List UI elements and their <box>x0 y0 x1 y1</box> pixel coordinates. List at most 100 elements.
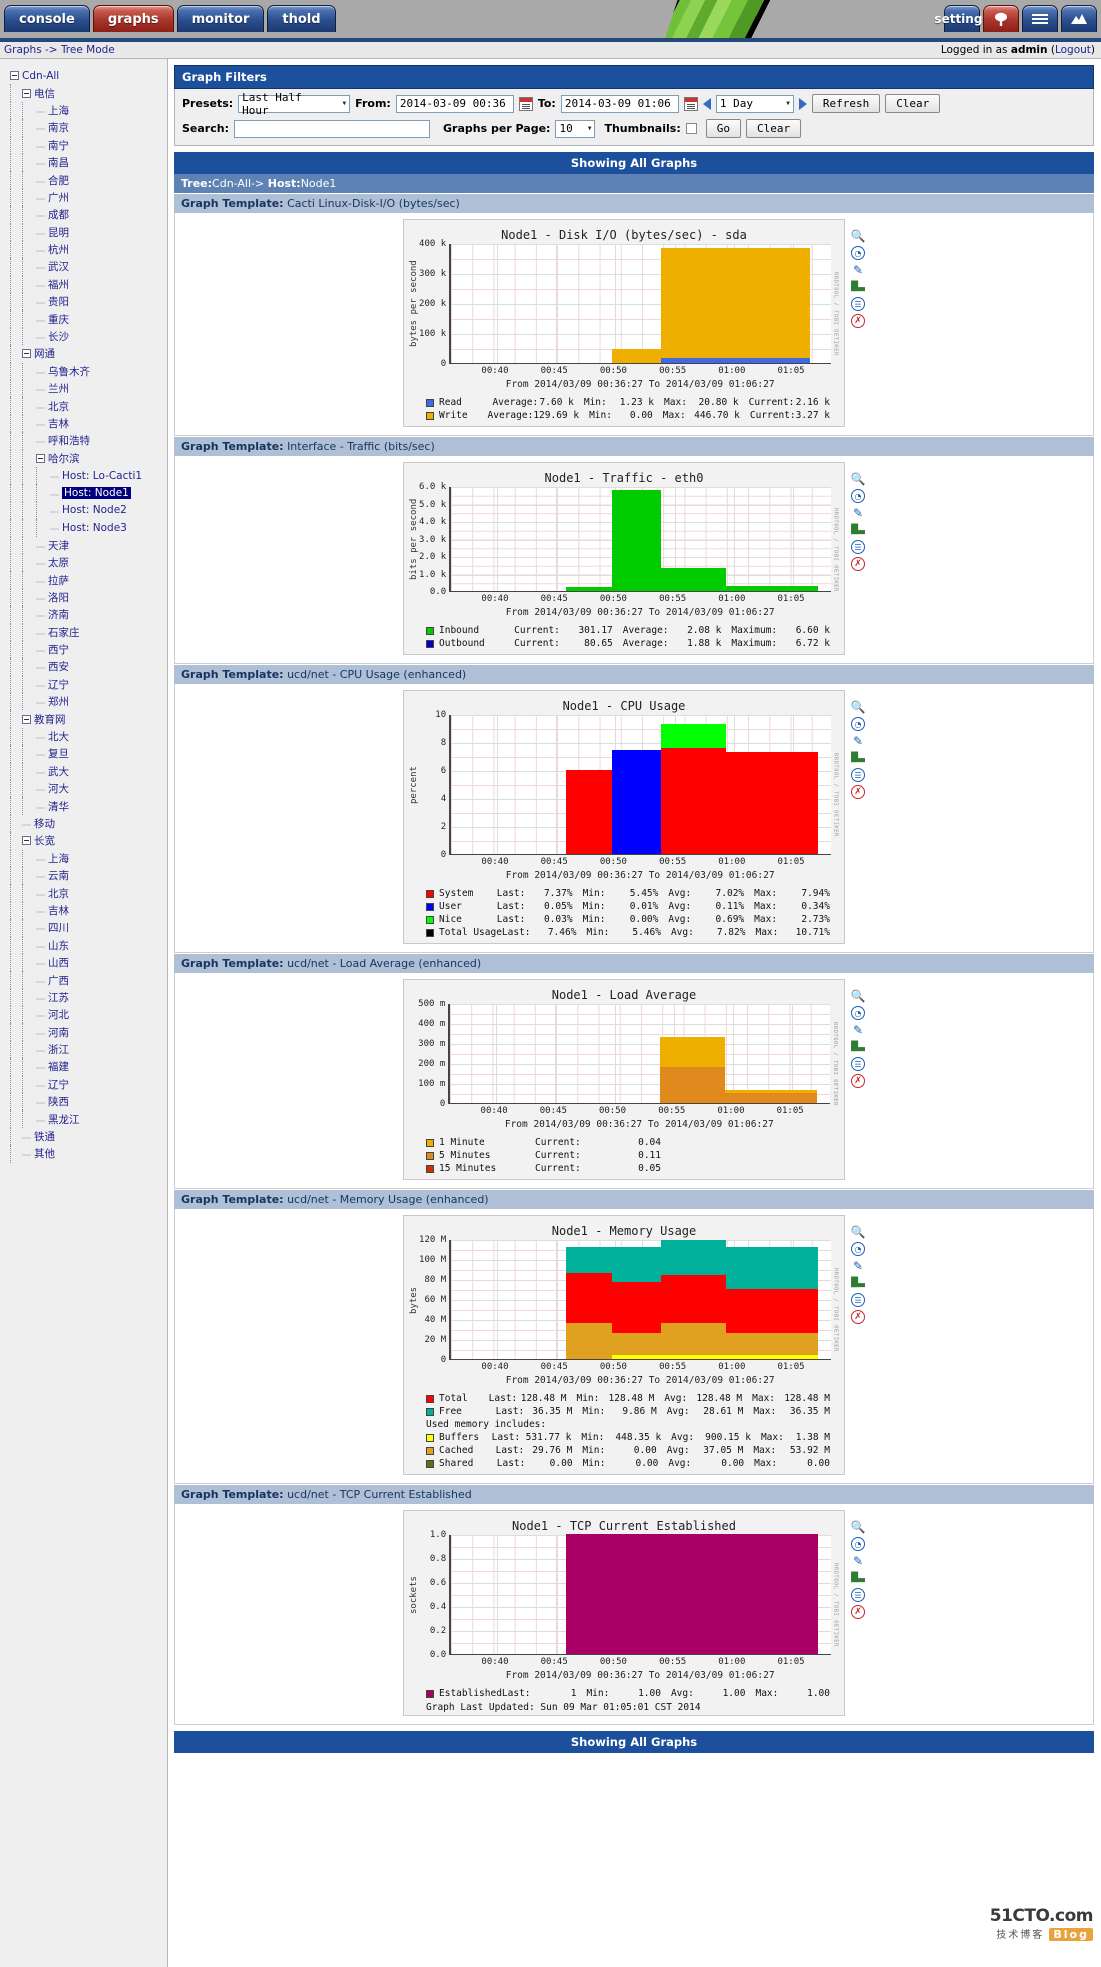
tree-item[interactable]: 上海 <box>48 103 69 118</box>
clock-icon[interactable]: ◔ <box>851 1242 865 1256</box>
tab-tree-view[interactable] <box>983 5 1019 32</box>
tree-item[interactable]: 郑州 <box>48 694 69 709</box>
tree-item[interactable]: 广州 <box>48 190 69 205</box>
alert-icon[interactable]: ✗ <box>851 1310 865 1324</box>
clock-icon[interactable]: ◔ <box>851 1006 865 1020</box>
tree-item[interactable]: 辽宁 <box>48 677 69 692</box>
tree-item[interactable]: 武汉 <box>48 259 69 274</box>
from-date-input[interactable] <box>395 94 514 113</box>
tree-item[interactable]: 北大 <box>48 729 69 744</box>
tree-item[interactable]: 上海 <box>48 851 69 866</box>
tree-item[interactable]: 吉林 <box>48 416 69 431</box>
tree-item[interactable]: 武大 <box>48 764 69 779</box>
tree-item[interactable]: 浙江 <box>48 1042 69 1057</box>
thumbnails-checkbox[interactable] <box>685 123 697 134</box>
tree-collapse-toggle[interactable] <box>22 88 31 98</box>
tree-item[interactable]: 石家庄 <box>48 625 80 640</box>
tab-list-view[interactable] <box>1022 5 1058 32</box>
tree-item[interactable]: 河大 <box>48 781 69 796</box>
tab-thold[interactable]: thold <box>267 5 336 32</box>
tree-item[interactable]: 洛阳 <box>48 590 69 605</box>
magnifier-icon[interactable]: 🔍 <box>851 1520 866 1534</box>
presets-select[interactable]: Last Half Hour <box>238 91 351 117</box>
tree-item[interactable]: 教育网 <box>34 712 66 727</box>
time-span-select[interactable]: 1 Day <box>715 94 794 113</box>
clock-icon[interactable]: ◔ <box>851 717 865 731</box>
tree-item[interactable]: 清华 <box>48 799 69 814</box>
tree-item[interactable]: 辽宁 <box>48 1077 69 1092</box>
magnifier-icon[interactable]: 🔍 <box>851 700 866 714</box>
tree-item[interactable]: 山东 <box>48 938 69 953</box>
alert-icon[interactable]: ✗ <box>851 1074 865 1088</box>
tree-collapse-toggle[interactable] <box>22 836 31 846</box>
tree-item[interactable]: 南昌 <box>48 155 69 170</box>
tree-item[interactable]: 西宁 <box>48 642 69 657</box>
tree-collapse-toggle[interactable] <box>22 349 31 359</box>
refresh-button[interactable]: Refresh <box>811 94 881 113</box>
tab-monitor[interactable]: monitor <box>176 5 265 32</box>
tree-item[interactable]: 福建 <box>48 1059 69 1074</box>
tree-item[interactable]: 兰州 <box>48 381 69 396</box>
tree-item[interactable]: 贵阳 <box>48 294 69 309</box>
tab-console[interactable]: console <box>4 5 90 32</box>
tree-item-selected[interactable]: Host: Node1 <box>62 487 131 500</box>
bar-chart-icon[interactable]: █▃ <box>851 751 865 765</box>
tree-item[interactable]: 复旦 <box>48 746 69 761</box>
tree-item[interactable]: 吉林 <box>48 903 69 918</box>
tree-item[interactable]: 重庆 <box>48 312 69 327</box>
clear-dates-button[interactable]: Clear <box>885 94 941 113</box>
graphs-per-page-select[interactable]: 10 <box>555 119 596 138</box>
tree-item[interactable]: 河南 <box>48 1025 69 1040</box>
tree-item[interactable]: 合肥 <box>48 173 69 188</box>
tree-item[interactable]: 广西 <box>48 973 69 988</box>
graph-image[interactable]: Node1 - CPU Usage percent 10 8 6 4 2 0 00:40 00:4… <box>403 690 845 944</box>
pencil-icon[interactable]: ✎ <box>851 734 865 748</box>
tree-item[interactable]: 南宁 <box>48 138 69 153</box>
tree-item[interactable]: 呼和浩特 <box>48 433 90 448</box>
tab-settings[interactable]: settings <box>934 5 990 32</box>
page-icon[interactable]: ☰ <box>851 1057 865 1071</box>
clock-icon[interactable]: ◔ <box>851 246 865 260</box>
pencil-icon[interactable]: ✎ <box>851 1259 865 1273</box>
pencil-icon[interactable]: ✎ <box>851 1554 865 1568</box>
tree-item[interactable]: 陕西 <box>48 1094 69 1109</box>
tree-item[interactable]: 四川 <box>48 920 69 935</box>
tree-item[interactable]: 网通 <box>34 346 55 361</box>
breadcrumb[interactable]: Graphs -> Tree Mode <box>4 44 115 56</box>
tree-item[interactable]: 河北 <box>48 1007 69 1022</box>
tree-item[interactable]: 黑龙江 <box>48 1112 80 1127</box>
clock-icon[interactable]: ◔ <box>851 1537 865 1551</box>
tree-item[interactable]: 电信 <box>34 86 55 101</box>
page-icon[interactable]: ☰ <box>851 1293 865 1307</box>
tree-item[interactable]: 拉萨 <box>48 573 69 588</box>
from-calendar-icon[interactable] <box>518 96 533 111</box>
tree-item[interactable]: 哈尔滨 <box>48 451 80 466</box>
bar-chart-icon[interactable]: █▃ <box>851 1571 865 1585</box>
graph-image[interactable]: Node1 - Traffic - eth0 bits per second 6.0… <box>403 462 845 655</box>
to-date-input[interactable] <box>560 94 679 113</box>
magnifier-icon[interactable]: 🔍 <box>851 989 866 1003</box>
graph-image[interactable]: Node1 - Memory Usage bytes 120 M 100 M 80 M6… <box>403 1215 845 1475</box>
tree-item[interactable]: 南京 <box>48 120 69 135</box>
graph-image[interactable]: Node1 - Load Average 500 m 400 m 300 m 200 m… <box>403 979 845 1180</box>
page-icon[interactable]: ☰ <box>851 540 865 554</box>
tree-item[interactable]: Host: Lo-Cacti1 <box>62 470 142 482</box>
bar-chart-icon[interactable]: █▃ <box>851 1040 865 1054</box>
tree-item[interactable]: Host: Node3 <box>62 522 127 534</box>
graph-image[interactable]: Node1 - TCP Current Established sockets 1.… <box>403 1510 845 1716</box>
magnifier-icon[interactable]: 🔍 <box>851 472 866 486</box>
tree-item[interactable]: 北京 <box>48 886 69 901</box>
tree-item[interactable]: 铁通 <box>34 1129 55 1144</box>
pencil-icon[interactable]: ✎ <box>851 1023 865 1037</box>
tree-item[interactable]: 福州 <box>48 277 69 292</box>
tab-preview-view[interactable] <box>1061 5 1097 32</box>
tree-item[interactable]: 昆明 <box>48 225 69 240</box>
magnifier-icon[interactable]: 🔍 <box>851 229 866 243</box>
bar-chart-icon[interactable]: █▃ <box>851 280 865 294</box>
page-icon[interactable]: ☰ <box>851 1588 865 1602</box>
page-icon[interactable]: ☰ <box>851 297 865 311</box>
alert-icon[interactable]: ✗ <box>851 557 865 571</box>
magnifier-icon[interactable]: 🔍 <box>851 1225 866 1239</box>
go-button[interactable]: Go <box>705 119 741 138</box>
page-icon[interactable]: ☰ <box>851 768 865 782</box>
